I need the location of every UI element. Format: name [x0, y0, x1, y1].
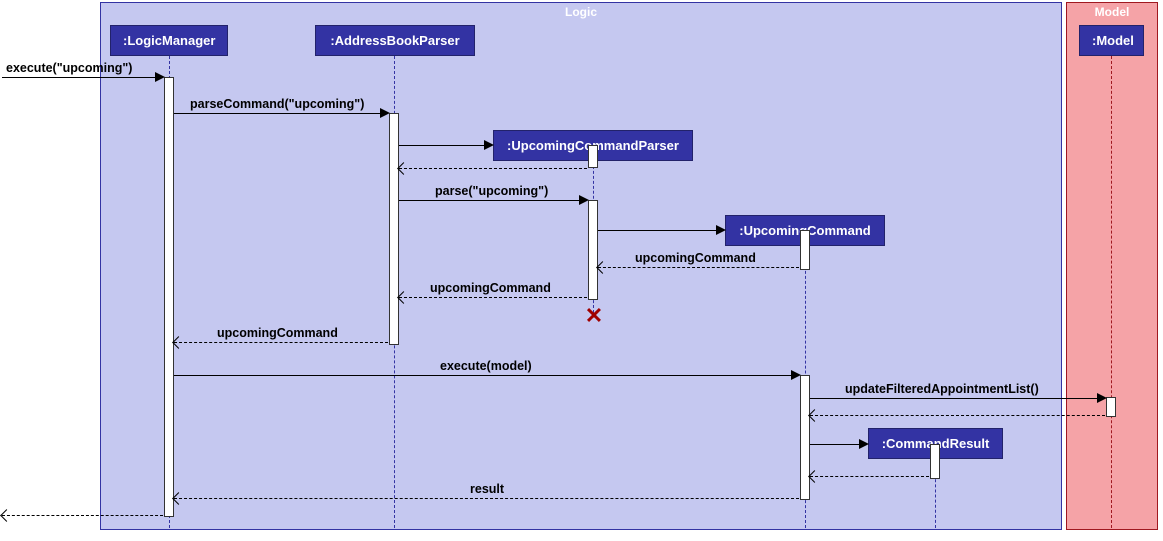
arrow-return-uc-2 [399, 297, 587, 298]
activation-logic-manager [164, 77, 174, 517]
arrow-return-uc-3 [174, 342, 388, 343]
arrow-parse [399, 200, 586, 201]
arrowhead-update-filtered [1097, 393, 1107, 403]
arrow-return-out [2, 515, 163, 516]
destroy-ucp: ✕ [585, 303, 603, 329]
participant-address-book-parser: :AddressBookParser [315, 25, 475, 56]
label-execute-upcoming: execute("upcoming") [6, 61, 132, 75]
label-return-uc-2: upcomingCommand [430, 281, 551, 295]
arrow-create-cr [810, 444, 866, 445]
activation-upcoming-command-1 [800, 230, 810, 270]
arrowhead-create-uc [716, 225, 726, 235]
arrowhead-parse-command [380, 108, 390, 118]
arrow-create-ucp [399, 145, 491, 146]
model-box-title: Model [1085, 3, 1140, 21]
arrowhead-return-out [0, 509, 13, 522]
arrow-return-result [174, 498, 799, 499]
arrow-return-ucp-create [399, 168, 587, 169]
arrow-create-uc [598, 230, 723, 231]
label-update-filtered: updateFilteredAppointmentList() [845, 382, 1039, 396]
arrowhead-create-cr [859, 439, 869, 449]
model-box: Model [1066, 2, 1158, 530]
participant-model: :Model [1079, 25, 1144, 56]
activation-upcoming-command-2 [800, 375, 810, 500]
arrow-return-uc-1 [598, 267, 799, 268]
activation-upcoming-command-parser-1 [588, 145, 598, 168]
arrow-return-cr [810, 476, 929, 477]
arrowhead-execute-upcoming [155, 72, 165, 82]
label-return-uc-3: upcomingCommand [217, 326, 338, 340]
arrow-parse-command [174, 113, 387, 114]
label-parse-command: parseCommand("upcoming") [190, 97, 364, 111]
arrow-update-filtered [810, 398, 1104, 399]
activation-upcoming-command-parser-2 [588, 200, 598, 300]
arrow-execute-model [174, 375, 798, 376]
lifeline-model [1111, 56, 1112, 528]
arrowhead-parse [579, 195, 589, 205]
arrow-execute-upcoming [2, 77, 162, 78]
activation-command-result [930, 444, 940, 479]
label-return-uc-1: upcomingCommand [635, 251, 756, 265]
arrowhead-execute-model [791, 370, 801, 380]
arrow-return-model [810, 415, 1105, 416]
participant-logic-manager: :LogicManager [110, 25, 228, 56]
activation-model [1106, 397, 1116, 417]
label-parse: parse("upcoming") [435, 184, 548, 198]
label-return-result: result [470, 482, 504, 496]
activation-address-book-parser [389, 113, 399, 345]
label-execute-model: execute(model) [440, 359, 532, 373]
logic-box-title: Logic [555, 3, 607, 21]
arrowhead-create-ucp [484, 140, 494, 150]
